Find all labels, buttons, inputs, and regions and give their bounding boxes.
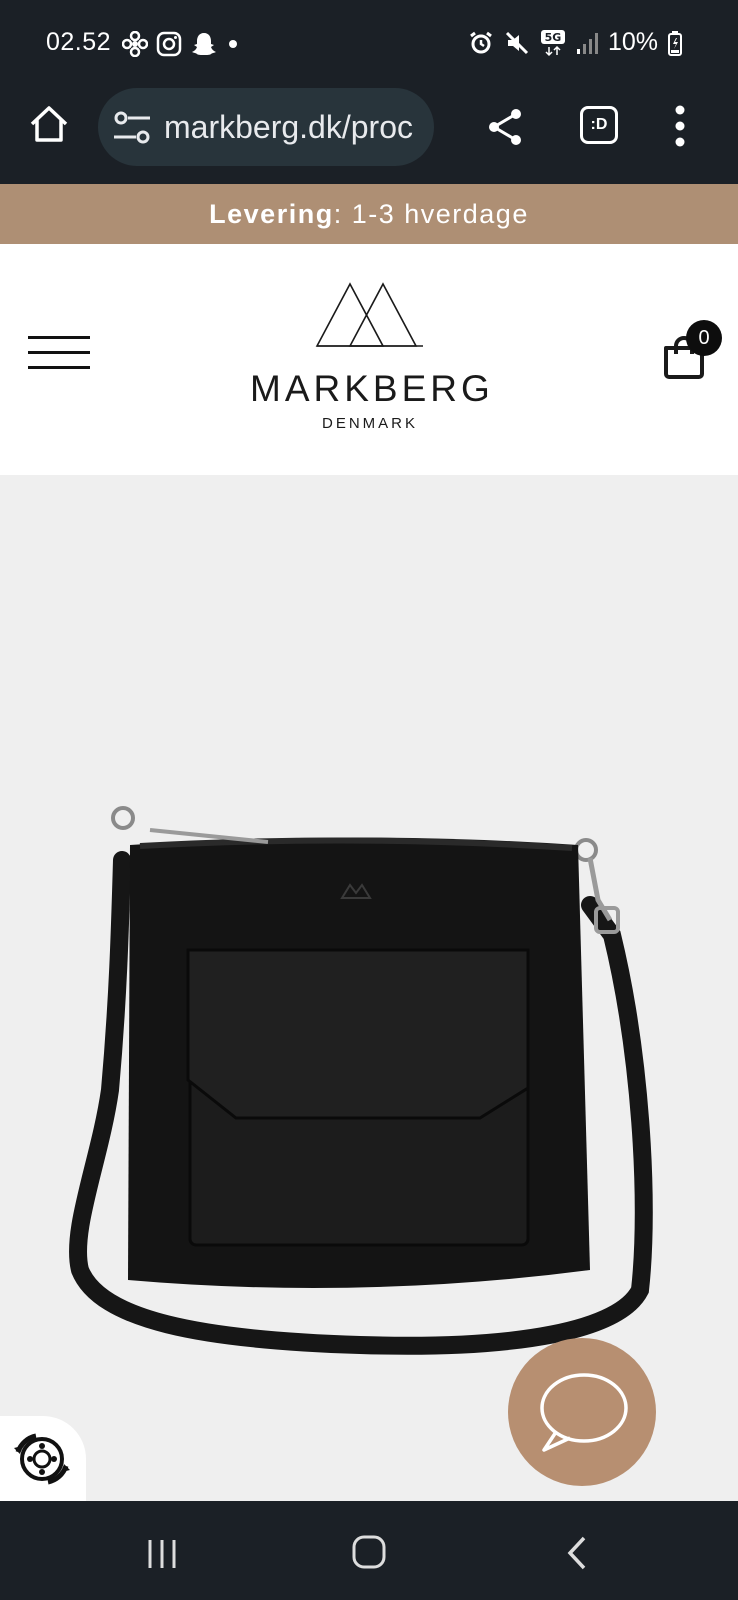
home-nav-icon[interactable] — [352, 1535, 386, 1569]
share-icon[interactable] — [484, 106, 526, 148]
alarm-icon — [470, 31, 492, 53]
delivery-label: Levering — [209, 199, 334, 229]
accessibility-widget-button[interactable] — [0, 1416, 86, 1502]
brand-subtitle: DENMARK — [321, 415, 418, 432]
delivery-value: 1-3 hverdage — [342, 199, 529, 229]
delivery-banner: Levering: 1-3 hverdage — [0, 184, 738, 244]
chat-button[interactable] — [508, 1338, 656, 1486]
status-notification-icons — [122, 30, 240, 58]
svg-text:5G: 5G — [545, 31, 562, 44]
address-bar[interactable]: markberg.dk/proc — [98, 88, 434, 166]
instagram-icon — [156, 31, 182, 57]
delivery-separator: : — [333, 199, 343, 229]
url-text: markberg.dk/proc — [164, 109, 413, 145]
back-icon[interactable] — [566, 1535, 588, 1571]
browser-toolbar: markberg.dk/proc :D — [0, 88, 738, 184]
brand-logo[interactable]: MARKBERG DENMARK — [250, 280, 490, 440]
status-time: 02.52 — [46, 28, 112, 56]
more-options-icon[interactable] — [672, 104, 688, 148]
brand-name: MARKBERG — [250, 368, 494, 409]
tab-switcher-button[interactable]: :D — [580, 106, 618, 144]
mute-icon — [505, 31, 529, 54]
snapchat-icon — [192, 33, 216, 55]
signal-icon — [576, 32, 598, 54]
fan-icon — [122, 31, 148, 57]
cart-count-badge: 0 — [686, 320, 722, 356]
status-system-icons: 5G 10% — [468, 28, 682, 57]
battery-percent: 10% — [607, 28, 658, 56]
site-header: MARKBERG DENMARK 0 — [0, 244, 738, 475]
menu-hamburger-icon[interactable] — [28, 336, 90, 370]
5g-icon: 5G — [540, 29, 565, 56]
mountain-logo-icon — [315, 282, 423, 347]
battery-icon — [668, 30, 682, 56]
chat-bubble-icon — [540, 1373, 628, 1452]
site-settings-icon[interactable] — [112, 110, 152, 146]
home-icon[interactable] — [26, 102, 72, 148]
system-navigation-bar — [0, 1501, 738, 1600]
accessibility-icon — [14, 1433, 70, 1485]
dot-icon — [229, 40, 237, 48]
recent-apps-icon[interactable] — [146, 1539, 178, 1569]
status-bar: 02.52 5G 10% — [0, 0, 738, 88]
